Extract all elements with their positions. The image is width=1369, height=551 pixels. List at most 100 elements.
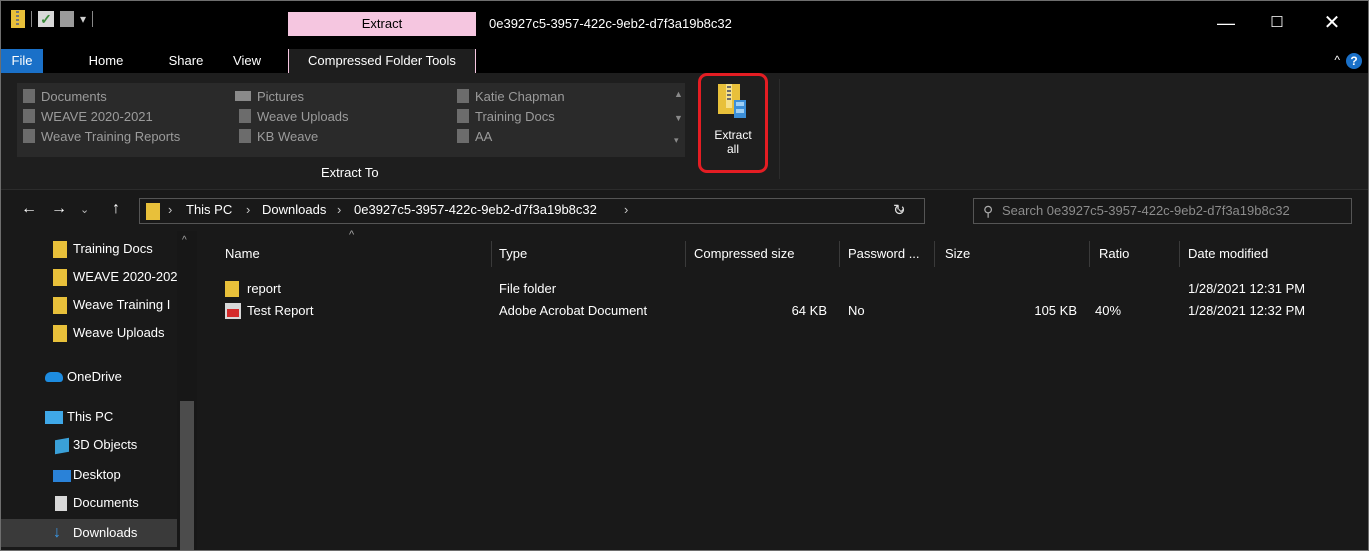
navigation-bar: ← → ⌄ ↑ › This PC › Downloads › 0e3927c5… <box>1 190 1368 230</box>
table-row[interactable]: Test Report Adobe Acrobat Document 64 KB… <box>207 300 1368 322</box>
gallery-scroll-down-icon[interactable]: ▼ <box>674 113 683 123</box>
column-divider[interactable] <box>1089 241 1090 267</box>
tab-view[interactable]: View <box>227 49 267 73</box>
nav-item-onedrive[interactable]: OneDrive <box>1 363 177 391</box>
gallery-item-aa[interactable]: AA <box>457 127 492 147</box>
nav-item-label: WEAVE 2020-202 <box>73 269 177 284</box>
nav-pane-scroll-thumb[interactable] <box>180 401 194 550</box>
folder-icon <box>457 89 469 103</box>
nav-item-label: Desktop <box>73 467 121 482</box>
nav-item-label: Documents <box>73 495 139 510</box>
column-divider[interactable] <box>934 241 935 267</box>
nav-item-downloads[interactable]: ↓ Downloads <box>1 519 177 547</box>
new-folder-icon[interactable] <box>60 11 74 27</box>
ribbon-tabs: File Home Share View Compressed Folder T… <box>1 49 1368 73</box>
extract-all-label: Extract all <box>701 128 765 156</box>
collapse-ribbon-icon[interactable]: ^ <box>1334 53 1340 67</box>
folder-icon <box>23 129 35 143</box>
maximize-button[interactable]: ☐ <box>1255 9 1299 37</box>
column-header-type[interactable]: Type <box>499 239 527 269</box>
breadcrumb-chevron-icon[interactable]: › <box>337 202 341 217</box>
nav-item-weave-training-reports[interactable]: Weave Training I <box>1 291 177 319</box>
minimize-button[interactable]: — <box>1204 9 1248 37</box>
context-tab-extract[interactable]: Extract <box>288 12 476 36</box>
column-header-size[interactable]: Size <box>945 239 970 269</box>
back-arrow-icon[interactable]: ← <box>21 200 37 218</box>
column-divider[interactable] <box>839 241 840 267</box>
gallery-item-label: Documents <box>41 89 107 104</box>
gallery-item-documents[interactable]: Documents <box>23 87 107 107</box>
toolbar-separator <box>31 11 32 27</box>
nav-item-weave-uploads[interactable]: Weave Uploads <box>1 319 177 347</box>
gallery-item-training-docs[interactable]: Training Docs <box>457 107 555 127</box>
up-arrow-icon[interactable]: ↑ <box>112 200 120 218</box>
gallery-item-label: Weave Uploads <box>257 109 349 124</box>
column-header-date-modified[interactable]: Date modified <box>1188 239 1268 269</box>
column-header-name[interactable]: Name <box>225 239 260 269</box>
gallery-item-weave-uploads[interactable]: Weave Uploads <box>239 107 349 127</box>
gallery-item-katie-chapman[interactable]: Katie Chapman <box>457 87 565 107</box>
nav-item-desktop[interactable]: Desktop <box>1 461 177 489</box>
tab-share[interactable]: Share <box>161 49 211 73</box>
explorer-window: ✓ ▾ Extract 0e3927c5-3957-422c-9eb2-d7f3… <box>0 0 1369 551</box>
file-name: report <box>247 281 281 296</box>
nav-item-documents[interactable]: Documents <box>1 489 177 517</box>
file-size: 105 KB <box>1034 303 1077 318</box>
download-arrow-icon: ↓ <box>53 524 61 541</box>
extract-all-label-line2: all <box>726 142 739 156</box>
nav-pane-scrollbar[interactable]: ^ <box>177 231 197 550</box>
nav-item-3d-objects[interactable]: 3D Objects <box>1 431 177 459</box>
column-header-password[interactable]: Password ... <box>848 239 920 269</box>
breadcrumb-current-folder[interactable]: 0e3927c5-3957-422c-9eb2-d7f3a19b8c32 <box>354 202 597 217</box>
extract-all-button[interactable]: Extract all <box>698 73 768 173</box>
column-header-ratio[interactable]: Ratio <box>1099 239 1129 269</box>
zip-folder-icon <box>146 203 160 220</box>
nav-item-label: 3D Objects <box>73 437 138 452</box>
gallery-item-weave-training-reports[interactable]: Weave Training Reports <box>23 127 180 147</box>
breadcrumb-chevron-icon[interactable]: › <box>246 202 250 217</box>
column-divider[interactable] <box>491 241 492 267</box>
file-list: ^ Name Type Compressed size Password ...… <box>207 229 1368 550</box>
tab-file[interactable]: File <box>1 49 43 73</box>
gallery-item-label: Pictures <box>257 89 304 104</box>
address-bar[interactable]: › This PC › Downloads › 0e3927c5-3957-42… <box>139 198 925 224</box>
gallery-item-kb-weave[interactable]: KB Weave <box>239 127 318 147</box>
customize-toolbar-dropdown-icon[interactable]: ▾ <box>80 12 86 26</box>
breadcrumb-this-pc[interactable]: This PC <box>186 202 232 217</box>
file-date-modified: 1/28/2021 12:32 PM <box>1188 303 1306 318</box>
close-button[interactable]: ✕ <box>1310 9 1354 37</box>
gallery-scroll-up-icon[interactable]: ▲ <box>674 89 683 99</box>
gallery-item-pictures[interactable]: Pictures <box>235 87 304 107</box>
properties-check-icon[interactable]: ✓ <box>38 11 54 27</box>
column-divider[interactable] <box>1179 241 1180 267</box>
breadcrumb-chevron-icon[interactable]: › <box>624 202 628 217</box>
gallery-item-weave-2020-2021[interactable]: WEAVE 2020-2021 <box>23 107 153 127</box>
recent-locations-chevron-icon[interactable]: ⌄ <box>80 203 89 216</box>
title-bar: ✓ ▾ Extract 0e3927c5-3957-422c-9eb2-d7f3… <box>1 1 1368 49</box>
forward-arrow-icon[interactable]: → <box>51 200 67 218</box>
scroll-up-icon[interactable]: ^ <box>182 235 187 246</box>
column-divider[interactable] <box>685 241 686 267</box>
nav-item-weave-2020-2021[interactable]: WEAVE 2020-202 <box>1 263 177 291</box>
search-box[interactable]: ⚲ Search 0e3927c5-3957-422c-9eb2-d7f3a19… <box>973 198 1352 224</box>
column-header-compressed-size[interactable]: Compressed size <box>694 239 794 269</box>
breadcrumb-chevron-icon[interactable]: › <box>168 202 172 217</box>
file-password: No <box>848 303 865 318</box>
window-title: 0e3927c5-3957-422c-9eb2-d7f3a19b8c32 <box>489 16 732 31</box>
gallery-expand-icon[interactable]: ▾ <box>674 135 679 146</box>
breadcrumb-downloads[interactable]: Downloads <box>262 202 326 217</box>
gallery-scroll[interactable]: ▲ ▼ ▾ <box>669 83 685 157</box>
nav-item-training-docs[interactable]: Training Docs <box>1 235 177 263</box>
nav-item-label: This PC <box>67 409 114 424</box>
tab-home[interactable]: Home <box>81 49 131 73</box>
help-icon[interactable]: ? <box>1346 53 1362 69</box>
gallery-item-label: KB Weave <box>257 129 319 144</box>
tab-compressed-folder-tools[interactable]: Compressed Folder Tools <box>288 49 476 73</box>
table-row[interactable]: report File folder 1/28/2021 12:31 PM <box>207 278 1368 300</box>
extract-to-gallery: Documents WEAVE 2020-2021 Weave Training… <box>17 83 685 157</box>
refresh-icon[interactable]: ↻ <box>893 201 906 219</box>
gallery-item-label: WEAVE 2020-2021 <box>41 109 153 124</box>
nav-item-this-pc[interactable]: This PC <box>1 403 177 431</box>
desktop-icon <box>53 470 71 482</box>
nav-item-label: Training Docs <box>73 241 153 256</box>
